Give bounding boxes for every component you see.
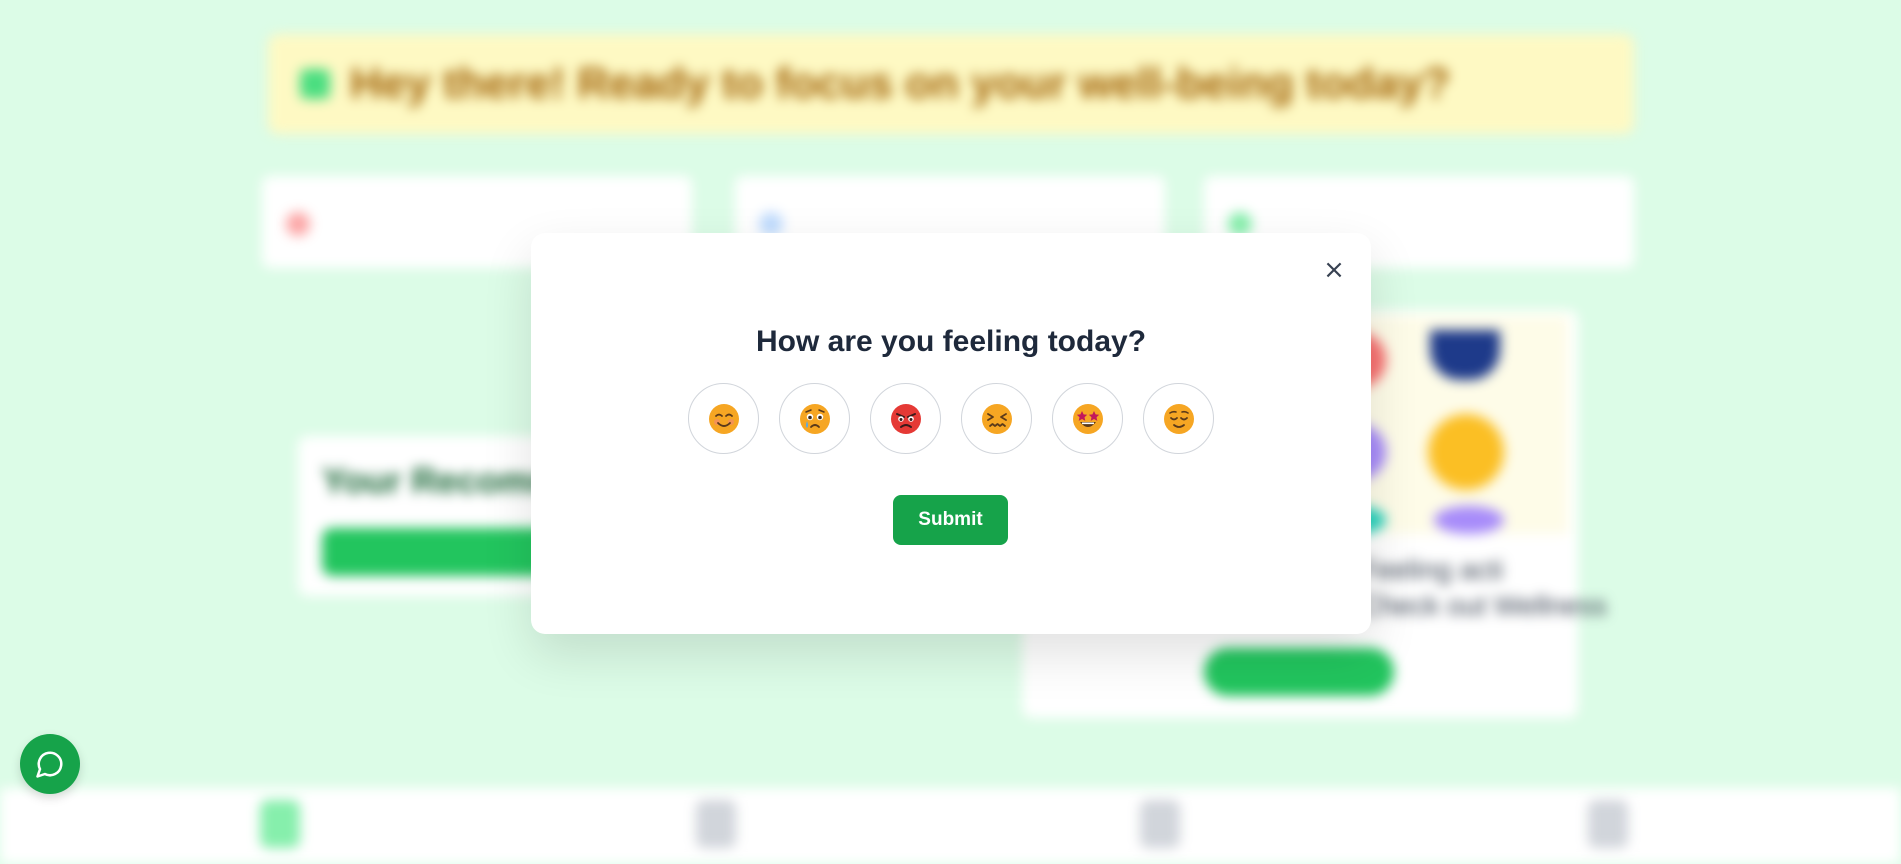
mood-modal: × How are you feeling today? Submit <box>531 233 1371 634</box>
nav-home-icon <box>260 800 300 848</box>
mood-sad-button[interactable] <box>779 383 850 454</box>
nav-profile-icon <box>1140 800 1180 848</box>
stat-label <box>328 198 334 216</box>
relieved-face-icon <box>1163 403 1194 434</box>
mood-stressed-button[interactable] <box>961 383 1032 454</box>
mood-excited-button[interactable] <box>1052 383 1123 454</box>
crying-face-icon <box>799 403 830 434</box>
nav-journal-icon <box>696 800 736 848</box>
stat-icon <box>286 212 310 236</box>
activity-button <box>1204 648 1394 696</box>
chat-bubble-icon <box>36 751 63 778</box>
check-icon <box>300 69 330 99</box>
greeting-text: Hey there! Ready to focus on your well-b… <box>350 59 1451 108</box>
star-struck-face-icon <box>1072 403 1103 434</box>
greeting-banner: Hey there! Ready to focus on your well-b… <box>268 34 1634 134</box>
close-icon[interactable]: × <box>1319 255 1349 285</box>
mood-happy-button[interactable] <box>688 383 759 454</box>
angry-face-icon <box>890 403 921 434</box>
mood-options <box>531 383 1371 454</box>
chat-button[interactable] <box>20 734 80 794</box>
stat-value <box>328 224 334 247</box>
modal-title: How are you feeling today? <box>755 325 1147 358</box>
mood-angry-button[interactable] <box>870 383 941 454</box>
stat-label <box>801 198 807 216</box>
activity-text: Feeling acti Check out Wellness <box>1360 554 1607 621</box>
confounded-face-icon <box>981 403 1012 434</box>
mood-calm-button[interactable] <box>1143 383 1214 454</box>
submit-button[interactable]: Submit <box>893 495 1008 545</box>
stat-label <box>1270 198 1274 216</box>
smiling-face-icon <box>708 403 739 434</box>
nav-settings-icon <box>1588 800 1628 848</box>
